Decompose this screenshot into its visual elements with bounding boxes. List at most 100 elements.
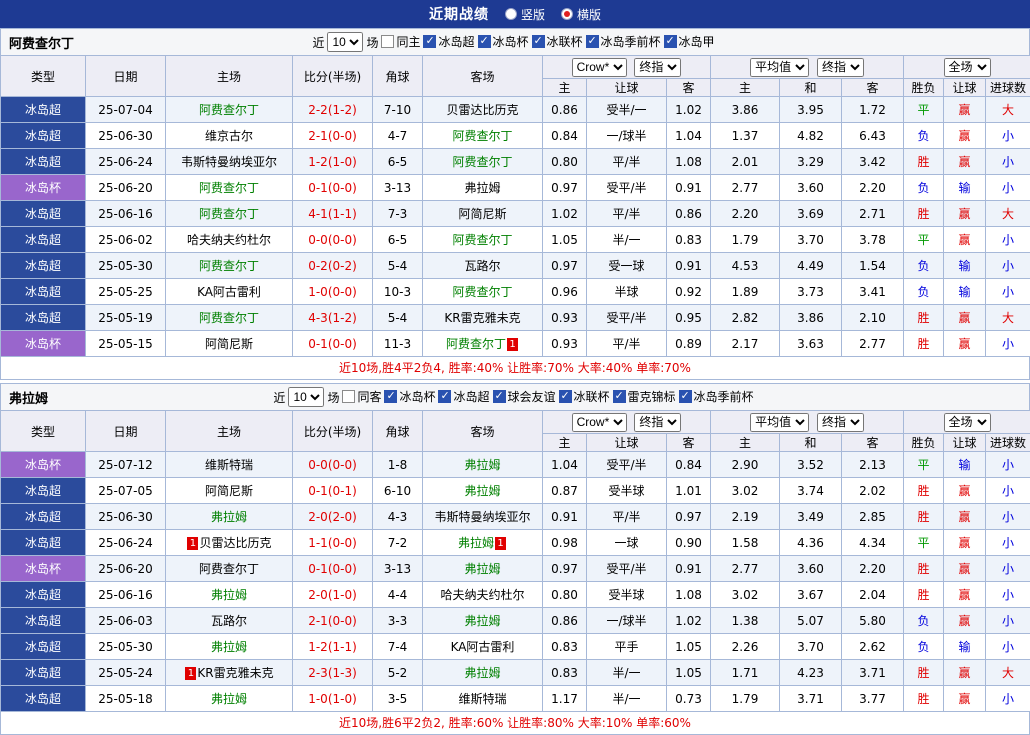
home-team-cell[interactable]: 阿费查尔丁 <box>166 97 293 123</box>
home-team-cell[interactable]: 韦斯特曼纳埃亚尔 <box>166 149 293 175</box>
score-cell[interactable]: 1-2(1-1) <box>293 634 373 660</box>
odds-time-select[interactable]: 终指 <box>634 413 681 432</box>
vertical-layout-radio[interactable] <box>505 8 517 20</box>
euro-company-select[interactable]: 平均值 <box>750 58 809 77</box>
away-team-cell[interactable]: 阿费查尔丁 <box>423 123 543 149</box>
league-filter-checkbox[interactable] <box>613 390 626 403</box>
score-cell[interactable]: 4-1(1-1) <box>293 201 373 227</box>
layout-option-horizontal[interactable]: 横版 <box>561 6 601 23</box>
odds-time-select[interactable]: 终指 <box>634 58 681 77</box>
home-team-cell[interactable]: 弗拉姆 <box>166 582 293 608</box>
score-cell[interactable]: 1-0(1-0) <box>293 686 373 712</box>
league-filter-checkbox[interactable] <box>381 35 394 48</box>
home-team-cell[interactable]: 弗拉姆 <box>166 634 293 660</box>
score-cell[interactable]: 0-0(0-0) <box>293 227 373 253</box>
away-team-cell[interactable]: 弗拉姆 <box>423 478 543 504</box>
league-filter[interactable]: 冰岛甲 <box>664 33 715 50</box>
league-filter-checkbox[interactable] <box>493 390 506 403</box>
league-filter-checkbox[interactable] <box>384 390 397 403</box>
league-filter[interactable]: 冰岛超 <box>438 388 489 405</box>
league-filter-checkbox[interactable] <box>423 35 436 48</box>
league-filter[interactable]: 同客 <box>342 388 381 405</box>
away-team-cell[interactable]: 贝雷达比历克 <box>423 97 543 123</box>
score-cell[interactable]: 2-2(1-2) <box>293 97 373 123</box>
score-cell[interactable]: 2-1(0-0) <box>293 608 373 634</box>
home-team-cell[interactable]: 阿简尼斯 <box>166 331 293 357</box>
home-team-cell[interactable]: KA阿古雷利 <box>166 279 293 305</box>
league-filter[interactable]: 冰岛杯 <box>384 388 435 405</box>
score-cell[interactable]: 2-0(1-0) <box>293 582 373 608</box>
scope-select[interactable]: 全场 <box>944 413 991 432</box>
home-team-cell[interactable]: 阿费查尔丁 <box>166 556 293 582</box>
away-team-cell[interactable]: KA阿古雷利 <box>423 634 543 660</box>
away-team-cell[interactable]: 阿费查尔丁1 <box>423 331 543 357</box>
away-team-cell[interactable]: 阿费查尔丁 <box>423 227 543 253</box>
horizontal-layout-radio[interactable] <box>561 8 573 20</box>
league-filter-checkbox[interactable] <box>438 390 451 403</box>
score-cell[interactable]: 0-1(0-0) <box>293 556 373 582</box>
euro-time-select[interactable]: 终指 <box>817 58 864 77</box>
away-team-cell[interactable]: 哈夫纳夫约杜尔 <box>423 582 543 608</box>
odds-company-select[interactable]: Crow* <box>572 58 627 77</box>
score-cell[interactable]: 1-0(0-0) <box>293 279 373 305</box>
away-team-cell[interactable]: 韦斯特曼纳埃亚尔 <box>423 504 543 530</box>
home-team-cell[interactable]: 1贝雷达比历克 <box>166 530 293 556</box>
away-team-cell[interactable]: 弗拉姆 <box>423 556 543 582</box>
score-cell[interactable]: 0-0(0-0) <box>293 452 373 478</box>
league-filter[interactable]: 同主 <box>381 33 420 50</box>
league-filter-checkbox[interactable] <box>342 390 355 403</box>
league-filter[interactable]: 冰联杯 <box>559 388 610 405</box>
score-cell[interactable]: 2-0(2-0) <box>293 504 373 530</box>
away-team-cell[interactable]: 弗拉姆 <box>423 660 543 686</box>
away-team-cell[interactable]: 阿费查尔丁 <box>423 149 543 175</box>
layout-option-vertical[interactable]: 竖版 <box>505 6 545 23</box>
euro-time-select[interactable]: 终指 <box>817 413 864 432</box>
league-filter-checkbox[interactable] <box>586 35 599 48</box>
score-cell[interactable]: 0-1(0-0) <box>293 331 373 357</box>
away-team-cell[interactable]: 阿简尼斯 <box>423 201 543 227</box>
score-cell[interactable]: 4-3(1-2) <box>293 305 373 331</box>
league-filter-checkbox[interactable] <box>559 390 572 403</box>
score-cell[interactable]: 0-1(0-1) <box>293 478 373 504</box>
score-cell[interactable]: 1-2(1-0) <box>293 149 373 175</box>
home-team-cell[interactable]: 维斯特瑞 <box>166 452 293 478</box>
league-filter[interactable]: 冰岛超 <box>423 33 474 50</box>
league-filter-checkbox[interactable] <box>478 35 491 48</box>
odds-company-select[interactable]: Crow* <box>572 413 627 432</box>
home-team-cell[interactable]: 哈夫纳夫约杜尔 <box>166 227 293 253</box>
league-filter-checkbox[interactable] <box>664 35 677 48</box>
home-team-cell[interactable]: 弗拉姆 <box>166 686 293 712</box>
away-team-cell[interactable]: 维斯特瑞 <box>423 686 543 712</box>
league-filter[interactable]: 冰岛杯 <box>478 33 529 50</box>
home-team-cell[interactable]: 1KR雷克雅未克 <box>166 660 293 686</box>
league-filter[interactable]: 球会友谊 <box>493 388 556 405</box>
match-count-select[interactable]: 10 <box>288 387 324 407</box>
home-team-cell[interactable]: 阿费查尔丁 <box>166 305 293 331</box>
home-team-cell[interactable]: 维京古尔 <box>166 123 293 149</box>
home-team-cell[interactable]: 阿费查尔丁 <box>166 175 293 201</box>
away-team-cell[interactable]: 弗拉姆 <box>423 452 543 478</box>
score-cell[interactable]: 2-3(1-3) <box>293 660 373 686</box>
away-team-cell[interactable]: 弗拉姆 <box>423 608 543 634</box>
score-cell[interactable]: 0-2(0-2) <box>293 253 373 279</box>
score-cell[interactable]: 0-1(0-0) <box>293 175 373 201</box>
home-team-cell[interactable]: 阿费查尔丁 <box>166 253 293 279</box>
score-cell[interactable]: 2-1(0-0) <box>293 123 373 149</box>
away-team-cell[interactable]: 弗拉姆 <box>423 175 543 201</box>
league-filter[interactable]: 冰联杯 <box>532 33 583 50</box>
away-team-cell[interactable]: 瓦路尔 <box>423 253 543 279</box>
match-count-select[interactable]: 10 <box>327 32 363 52</box>
away-team-cell[interactable]: 弗拉姆1 <box>423 530 543 556</box>
league-filter[interactable]: 冰岛季前杯 <box>679 388 754 405</box>
home-team-cell[interactable]: 弗拉姆 <box>166 504 293 530</box>
euro-company-select[interactable]: 平均值 <box>750 413 809 432</box>
away-team-cell[interactable]: KR雷克雅未克 <box>423 305 543 331</box>
league-filter-checkbox[interactable] <box>679 390 692 403</box>
home-team-cell[interactable]: 阿简尼斯 <box>166 478 293 504</box>
score-cell[interactable]: 1-1(0-0) <box>293 530 373 556</box>
home-team-cell[interactable]: 瓦路尔 <box>166 608 293 634</box>
league-filter[interactable]: 雷克锦标 <box>613 388 676 405</box>
home-team-cell[interactable]: 阿费查尔丁 <box>166 201 293 227</box>
league-filter-checkbox[interactable] <box>532 35 545 48</box>
away-team-cell[interactable]: 阿费查尔丁 <box>423 279 543 305</box>
